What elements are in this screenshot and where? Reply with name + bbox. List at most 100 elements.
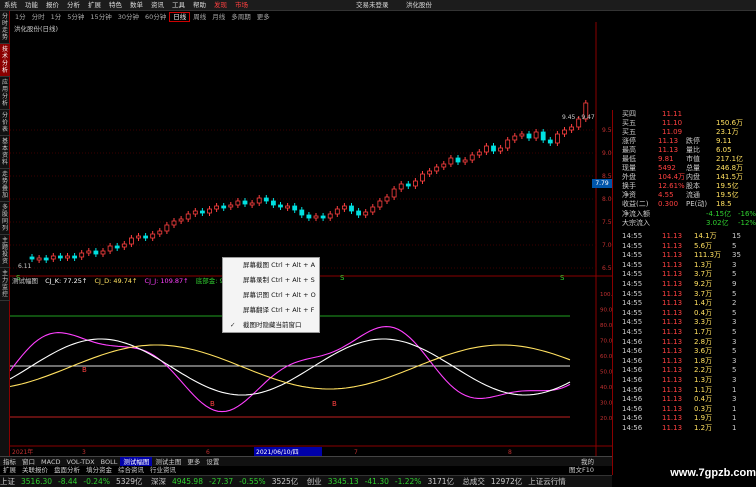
chart-area[interactable]: 洪化股份(日线) 9.509.008.508.007.507.006.50 9.… (10, 22, 612, 456)
candle-body (427, 170, 433, 175)
quote-cell: 11.11 (662, 110, 683, 118)
menu-item[interactable]: 报价 (42, 0, 63, 11)
left-tab[interactable]: 主力监控 (0, 268, 10, 301)
candle-body (157, 230, 163, 235)
menu-item[interactable]: 分析 (63, 0, 84, 11)
tick-row[interactable]: 14:55 11.13 3.3万 3 (620, 318, 756, 327)
flow-row[interactable]: 净流入额 -4.15亿 -16% (620, 210, 756, 219)
quote-cell: 11.10 (662, 119, 683, 127)
tick-row[interactable]: 14:55 11.13 3.7万 5 (620, 290, 756, 299)
tick-row[interactable]: 14:55 11.13 5.6万 5 (620, 242, 756, 251)
order-book-row[interactable]: 买五 11.09 23.1万 (620, 128, 756, 137)
menu-item[interactable]: 工具 (168, 0, 189, 11)
quote-cell: -4.15亿 (706, 210, 732, 218)
period-tab[interactable]: 30分钟 (115, 12, 142, 22)
period-tab[interactable]: 1分 (48, 12, 65, 22)
menu-item-discover[interactable]: 发现 (210, 0, 231, 11)
index-status-bar: 上证 3516.30 -8.44 -0.24% 5329亿 深深 4945.98 -27.3… (0, 475, 612, 487)
left-tab[interactable]: 分时走势 (0, 11, 10, 44)
period-tab[interactable]: 月线 (209, 12, 228, 22)
menu-item[interactable]: 扩展 (84, 0, 105, 11)
tick-row[interactable]: 14:55 11.13 9.2万 9 (620, 280, 756, 289)
left-tab[interactable]: 分价表 (0, 110, 10, 136)
left-tab[interactable]: 主题投资 (0, 235, 10, 268)
tick-row[interactable]: 14:56 11.13 1.1万 1 (620, 386, 756, 395)
period-tab[interactable]: 多周期 (228, 12, 254, 22)
tick-row[interactable]: 14:55 11.13 1.7万 5 (620, 328, 756, 337)
menu-item[interactable]: 功能 (21, 0, 42, 11)
left-tab[interactable]: 应用分析 (0, 77, 10, 110)
tick-row[interactable]: 14:56 11.13 1.2万 1 (620, 424, 756, 433)
index-name[interactable]: 创业 (307, 477, 322, 486)
stat-row[interactable]: 外盘 104.4万 内盘 141.5万 (620, 173, 756, 182)
tick-row[interactable]: 14:56 11.13 3.6万 5 (620, 347, 756, 356)
menu-screen-translate[interactable]: 屏幕翻译 Ctrl + Alt + F (223, 303, 319, 318)
menu-hide-window-option[interactable]: 截图时隐藏当前窗口 (223, 318, 319, 333)
tick-row[interactable]: 14:55 11.13 1.4万 2 (620, 299, 756, 308)
trade-login-status[interactable]: 交易未登录 (352, 0, 393, 11)
period-tab[interactable]: 5分钟 (64, 12, 87, 22)
period-tab[interactable]: 分时 (29, 12, 48, 22)
quote-cell: 11.13 (662, 385, 683, 394)
quote-cell: 14:56 (622, 347, 643, 356)
quote-cell: 1.7万 (694, 328, 713, 336)
left-tab[interactable]: 走势叠加 (0, 169, 10, 202)
left-tab[interactable]: 多股同列 (0, 202, 10, 235)
stat-row[interactable]: 最高 11.13 量比 6.05 (620, 146, 756, 155)
period-tab[interactable]: 更多 (254, 12, 273, 22)
f10-tab[interactable]: 图文F10 (566, 466, 597, 475)
stat-row[interactable]: 涨停 11.13 跌停 9.11 (620, 137, 756, 146)
tick-row[interactable]: 14:56 11.13 2.2万 5 (620, 366, 756, 375)
candle-body (221, 205, 227, 209)
menu-item[interactable]: 系统 (0, 0, 21, 11)
period-tab[interactable]: 60分钟 (142, 12, 169, 22)
tick-row[interactable]: 14:55 11.13 3.7万 5 (620, 270, 756, 279)
indicator-name[interactable]: 测试幅图 (12, 277, 38, 285)
stat-row[interactable]: 收益(二) 0.300 PE(动) 18.5 (620, 200, 756, 209)
ext-tab[interactable]: 行业资讯 (147, 466, 179, 475)
left-tab[interactable]: 基本资料 (0, 136, 10, 169)
period-tab[interactable]: 周线 (190, 12, 209, 22)
tick-row[interactable]: 14:55 11.13 1.3万 3 (620, 261, 756, 270)
signal-marker: S (560, 274, 565, 282)
tick-row[interactable]: 14:56 11.13 1.9万 1 (620, 414, 756, 423)
stat-row[interactable]: 最低 9.81 市值 217.1亿 (620, 155, 756, 164)
stat-row[interactable]: 净资 4.55 流通 19.5亿 (620, 191, 756, 200)
order-book-row[interactable]: 买四 11.11 (620, 110, 756, 119)
menu-item[interactable]: 数单 (126, 0, 147, 11)
menu-screen-record[interactable]: 屏幕录制 Ctrl + Alt + S (223, 273, 319, 288)
menu-item[interactable]: 特色 (105, 0, 126, 11)
menu-screen-ocr[interactable]: 屏幕识图 Ctrl + Alt + O (223, 288, 319, 303)
quote-cell: 14:56 (622, 366, 643, 375)
candle-body (164, 224, 170, 232)
menu-item[interactable]: 帮助 (189, 0, 210, 11)
period-tab[interactable]: 1分 (12, 12, 29, 22)
index-name[interactable]: 上证 (0, 477, 15, 486)
period-tab[interactable]: 15分钟 (87, 12, 114, 22)
tick-row[interactable]: 14:56 11.13 2.8万 3 (620, 338, 756, 347)
tick-row[interactable]: 14:56 11.13 0.4万 3 (620, 395, 756, 404)
osc-axis-label: 90.00 (600, 308, 612, 314)
tick-row[interactable]: 14:56 11.13 1.8万 3 (620, 357, 756, 366)
period-tab-active[interactable]: 日线 (169, 12, 191, 22)
stat-row[interactable]: 换手 12.61% 股本 19.5亿 (620, 182, 756, 191)
menu-item[interactable]: 资讯 (147, 0, 168, 11)
index-change: -41.30 (364, 477, 389, 486)
left-tab-active[interactable]: 技术分析 (0, 44, 10, 77)
tick-row[interactable]: 14:55 11.13 0.4万 5 (620, 309, 756, 318)
ext-tab[interactable]: 关联报价 (19, 466, 51, 475)
ext-tab[interactable]: 填分资金 (83, 466, 115, 475)
stat-row[interactable]: 现量 5492 总量 246.8万 (620, 164, 756, 173)
ext-tab[interactable]: 综合资讯 (115, 466, 147, 475)
index-name[interactable]: 深深 (151, 477, 166, 486)
tick-row[interactable]: 14:55 11.13 111.3万 35 (620, 251, 756, 260)
tick-row[interactable]: 14:56 11.13 1.3万 3 (620, 376, 756, 385)
ext-tab[interactable]: 盘面分析 (51, 466, 83, 475)
ext-tab[interactable]: 扩展 (0, 466, 19, 475)
tick-row[interactable]: 14:56 11.13 0.3万 1 (620, 405, 756, 414)
tick-row[interactable]: 14:55 11.13 14.1万 15 (620, 232, 756, 241)
menu-screen-capture[interactable]: 屏幕截图 Ctrl + Alt + A (223, 258, 319, 273)
flow-row[interactable]: 大宗流入 3.02亿 -12% (620, 219, 756, 228)
order-book-row[interactable]: 买五 11.10 150.6万 (620, 119, 756, 128)
menu-item-market[interactable]: 市场 (231, 0, 252, 11)
